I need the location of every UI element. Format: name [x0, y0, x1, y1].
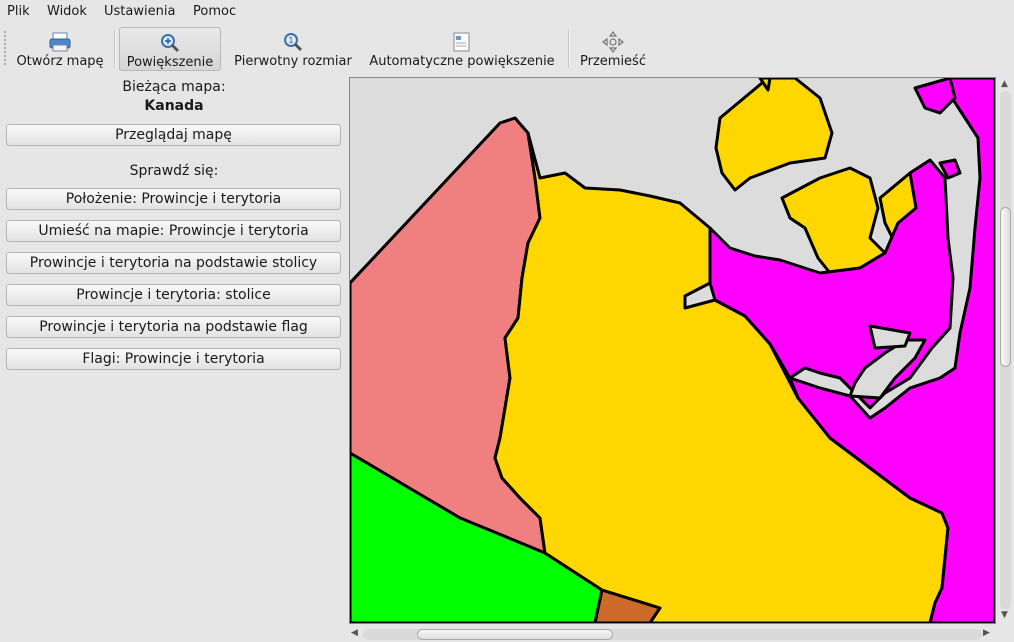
- zoom-button[interactable]: Powiększenie: [119, 27, 221, 71]
- quiz-place-on-map-button[interactable]: Umieść na mapie: Prowincje i terytoria: [6, 220, 341, 242]
- current-map-label: Bieżąca mapa:: [122, 79, 226, 95]
- quiz-location-button[interactable]: Położenie: Prowincje i terytoria: [6, 188, 341, 210]
- browse-map-button[interactable]: Przeglądaj mapę: [6, 124, 341, 146]
- menu-help[interactable]: Pomoc: [193, 4, 236, 19]
- original-size-button[interactable]: 1 Pierwotny rozmiar: [228, 27, 358, 71]
- scroll-up-icon[interactable]: ▲: [1001, 79, 1008, 89]
- horizontal-scrollbar[interactable]: ◀ ▶: [349, 626, 996, 642]
- vertical-scroll-track[interactable]: [1000, 91, 1011, 610]
- menu-settings[interactable]: Ustawienia: [104, 4, 175, 19]
- scroll-left-icon[interactable]: ◀: [351, 628, 358, 638]
- zoom-original-icon: 1: [284, 33, 303, 52]
- horizontal-scroll-track[interactable]: [363, 629, 982, 640]
- printer-icon: [49, 32, 71, 52]
- move-button[interactable]: Przemieść: [574, 27, 652, 71]
- toolbar-separator: [568, 30, 570, 68]
- zoom-fit-icon: [453, 32, 470, 52]
- map-canvas[interactable]: [350, 78, 995, 623]
- quiz-capitals-button[interactable]: Prowincje i terytoria: stolice: [6, 284, 341, 306]
- region-nunavut-north[interactable]: [913, 78, 957, 115]
- menu-bar: Plik Widok Ustawienia Pomoc: [0, 0, 1014, 22]
- menu-view[interactable]: Widok: [47, 4, 87, 19]
- vertical-scroll-handle[interactable]: [1000, 207, 1011, 367]
- toolbar-separator: [114, 30, 116, 68]
- quiz-heading: Sprawdź się:: [129, 163, 219, 179]
- region-banks-island[interactable]: [714, 78, 834, 192]
- quiz-by-flag-button[interactable]: Prowincje i terytoria na podstawie flag: [6, 316, 341, 338]
- svg-text:1: 1: [288, 36, 293, 45]
- scroll-down-icon[interactable]: ▼: [1001, 610, 1008, 620]
- scroll-right-icon[interactable]: ▶: [983, 628, 990, 638]
- map-view[interactable]: [349, 77, 996, 624]
- quiz-by-capital-button[interactable]: Prowincje i terytoria na podstawie stoli…: [6, 252, 341, 274]
- quiz-flags-button[interactable]: Flagi: Prowincje i terytoria: [6, 348, 341, 370]
- region-victoria-island-west[interactable]: [780, 166, 887, 275]
- auto-zoom-button[interactable]: Automatyczne powiększenie: [364, 27, 560, 71]
- main-toolbar: Otwórz mapę Powiększenie 1 Pierwotny roz…: [0, 24, 1014, 74]
- horizontal-scroll-handle[interactable]: [417, 629, 613, 640]
- zoom-in-icon: [161, 34, 180, 53]
- move-icon: [602, 31, 624, 53]
- menu-file[interactable]: Plik: [7, 4, 30, 19]
- vertical-scrollbar[interactable]: ▲ ▼: [997, 77, 1014, 624]
- open-map-button[interactable]: Otwórz mapę: [12, 27, 108, 71]
- current-map-name: Kanada: [144, 98, 204, 114]
